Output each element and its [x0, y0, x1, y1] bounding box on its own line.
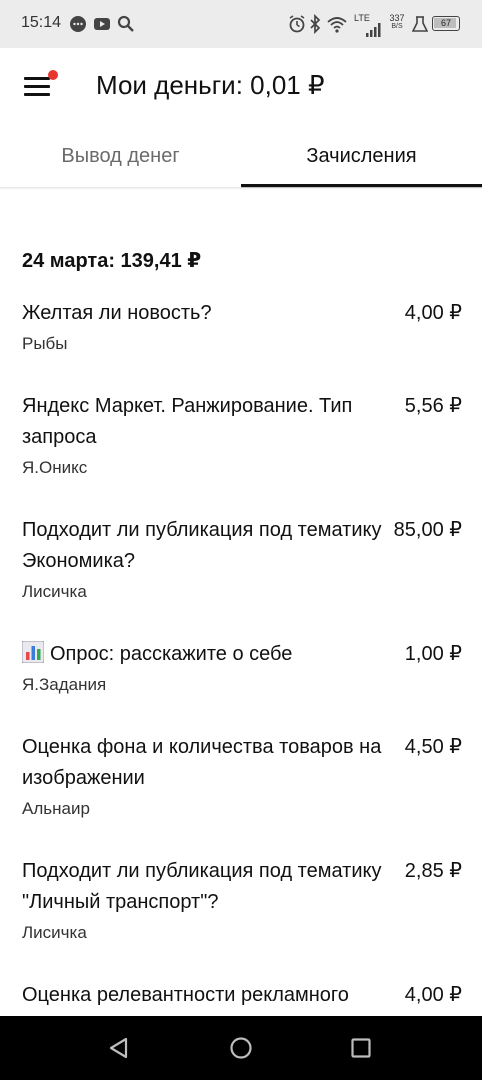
- item-requester: Лисичка: [22, 582, 87, 601]
- youtube-icon: [94, 18, 110, 30]
- wifi-icon: [327, 17, 347, 33]
- item-requester: Рыбы: [22, 334, 68, 353]
- status-time: 15:14: [21, 14, 62, 31]
- list-item[interactable]: Яндекс Маркет. Ранжирование. Тип запроса…: [22, 391, 462, 480]
- item-title: Желтая ли новость?: [22, 302, 212, 324]
- lab-icon: [412, 16, 428, 32]
- tab-credits[interactable]: Зачисления: [241, 128, 482, 188]
- list-item[interactable]: Желтая ли новость? 4,00 ₽ Рыбы: [22, 298, 462, 356]
- chat-bubble-icon: [70, 16, 86, 32]
- item-amount: 85,00 ₽: [393, 519, 462, 541]
- item-requester: Я.Оникс: [22, 458, 88, 477]
- item-requester: Я.Задания: [22, 675, 107, 694]
- hamburger-menu-icon[interactable]: [18, 68, 58, 108]
- network-speed: 337 B/S: [387, 14, 407, 31]
- tab-bar: Вывод денег Зачисления: [0, 128, 482, 188]
- page-title: Мои деньги: 0,01 ₽: [96, 70, 325, 100]
- credits-list[interactable]: 24 марта: 139,41 ₽ Желтая ли новость? 4,…: [0, 190, 482, 1016]
- battery-level: 67: [440, 18, 451, 28]
- list-item[interactable]: Подходит ли публикация под тематику Экон…: [22, 515, 462, 604]
- notification-dot: [48, 70, 58, 80]
- signal-icon: [366, 23, 381, 37]
- item-requester: Альнаир: [22, 799, 90, 818]
- battery-icon: 67: [432, 16, 460, 31]
- status-bar: 15:14 LTE 337 B/S 67: [0, 0, 482, 48]
- speed-value: 337: [389, 13, 405, 23]
- home-circle-icon[interactable]: [225, 1032, 257, 1064]
- speed-unit: B/S: [391, 23, 403, 30]
- item-title: Оценка фона и количества товаров на изоб…: [22, 736, 382, 789]
- item-title: Оценка релевантности рекламного: [22, 984, 349, 1006]
- item-amount: 4,00 ₽: [404, 302, 462, 324]
- item-amount: 4,50 ₽: [404, 736, 462, 758]
- item-title: Подходит ли публикация под тематику "Лич…: [22, 860, 382, 913]
- alarm-icon: [289, 15, 305, 33]
- item-title: Опрос: расскажите о себе: [50, 643, 293, 665]
- list-item[interactable]: Опрос: расскажите о себе 1,00 ₽ Я.Задани…: [22, 639, 462, 697]
- bluetooth-icon: [310, 14, 321, 34]
- tab-withdrawal[interactable]: Вывод денег: [0, 128, 241, 188]
- item-amount: 5,56 ₽: [404, 395, 462, 417]
- item-title: Яндекс Маркет. Ранжирование. Тип запроса: [22, 395, 353, 448]
- back-triangle-icon[interactable]: [103, 1032, 135, 1064]
- date-group-header: 24 марта: 139,41 ₽: [22, 250, 202, 272]
- item-title-row: Опрос: расскажите о себе: [22, 639, 382, 670]
- app-header: Мои деньги: 0,01 ₽: [0, 48, 482, 128]
- list-item[interactable]: Подходит ли публикация под тематику "Лич…: [22, 856, 462, 945]
- system-nav-bar: [0, 1016, 482, 1080]
- item-requester: Лисичка: [22, 923, 87, 942]
- bar-chart-emoji-icon: [22, 641, 44, 663]
- recents-square-icon[interactable]: [345, 1032, 377, 1064]
- item-amount: 1,00 ₽: [404, 643, 462, 665]
- item-amount: 4,00 ₽: [404, 984, 462, 1006]
- list-item[interactable]: Оценка релевантности рекламного 4,00 ₽: [22, 980, 462, 1011]
- item-title: Подходит ли публикация под тематику Экон…: [22, 519, 382, 572]
- list-item[interactable]: Оценка фона и количества товаров на изоб…: [22, 732, 462, 821]
- item-amount: 2,85 ₽: [404, 860, 462, 882]
- search-icon: [117, 15, 134, 32]
